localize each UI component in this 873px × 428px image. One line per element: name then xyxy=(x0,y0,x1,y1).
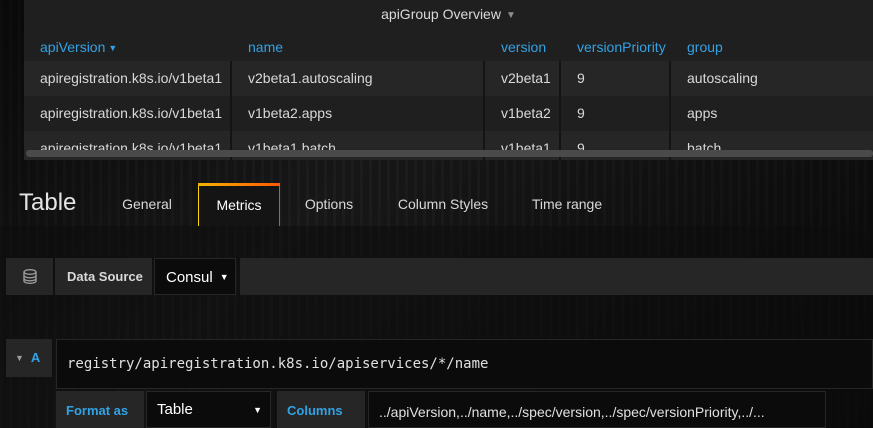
query-expression-input[interactable]: registry/apiregistration.k8s.io/apiservi… xyxy=(56,339,873,389)
table-cell: v1beta2 xyxy=(485,96,561,131)
table-cell: v2beta1 xyxy=(485,61,561,96)
tab-metrics[interactable]: Metrics xyxy=(198,183,280,226)
column-header-name[interactable]: name xyxy=(232,33,485,61)
table-cell: v1beta2.apps xyxy=(232,96,485,131)
table-cell: 9 xyxy=(561,96,671,131)
caret-down-icon[interactable]: ▼ xyxy=(253,392,262,428)
tab-time-range[interactable]: Time range xyxy=(518,183,616,226)
chevron-down-icon[interactable]: ▼ xyxy=(506,10,516,21)
table-cell: v2beta1.autoscaling xyxy=(232,61,485,96)
database-icon xyxy=(6,258,53,295)
sort-desc-icon: ▼ xyxy=(108,43,118,53)
horizontal-scrollbar[interactable] xyxy=(26,150,873,157)
tab-column-styles[interactable]: Column Styles xyxy=(384,183,502,226)
table-cell: autoscaling xyxy=(687,70,758,86)
format-as-value[interactable]: Table xyxy=(157,401,193,418)
query-ref-toggle[interactable]: ▼ A xyxy=(6,339,52,377)
table-cell: 9 xyxy=(561,61,671,96)
format-as-select[interactable]: Table ▼ xyxy=(146,391,271,428)
tab-options[interactable]: Options xyxy=(290,183,368,226)
datasource-value[interactable]: Consul xyxy=(166,269,213,286)
table-row: apiregistration.k8s.io/v1beta1 v2beta1.a… xyxy=(24,61,873,96)
panel-title-text[interactable]: apiGroup Overview xyxy=(381,6,501,22)
column-header-versionpriority[interactable]: versionPriority xyxy=(561,33,671,61)
table-cell: apiregistration.k8s.io/v1beta1 xyxy=(24,96,232,131)
table-header: apiVersion ▼ name version versionPriority… xyxy=(24,33,873,61)
table-row: apiregistration.k8s.io/v1beta1 v1beta2.a… xyxy=(24,96,873,131)
panel-title[interactable]: apiGroup Overview ▼ xyxy=(24,6,873,26)
table-panel: apiGroup Overview ▼ apiVersion ▼ name vers… xyxy=(24,0,873,160)
editor-title: Table xyxy=(19,189,77,216)
columns-input[interactable]: ../apiVersion,../name,../spec/version,..… xyxy=(368,391,826,428)
datasource-label: Data Source xyxy=(55,258,152,295)
caret-down-icon[interactable]: ▼ xyxy=(220,272,229,282)
caret-down-icon[interactable]: ▼ xyxy=(15,353,24,363)
query-options-row: Format as Table ▼ Columns ../apiVersion,.… xyxy=(56,391,873,428)
column-header-group[interactable]: group xyxy=(671,33,873,61)
tab-general[interactable]: General xyxy=(104,183,190,226)
query-ref-id: A xyxy=(30,350,41,365)
table-cell: apps xyxy=(687,105,718,121)
format-as-label: Format as xyxy=(56,391,144,428)
column-header-apiversion[interactable]: apiVersion ▼ xyxy=(24,33,232,61)
column-header-version[interactable]: version xyxy=(485,33,561,61)
table-cell: apiregistration.k8s.io/v1beta1 xyxy=(24,61,232,96)
columns-label: Columns xyxy=(277,391,365,428)
datasource-select[interactable]: Consul ▼ xyxy=(154,258,236,295)
datasource-row-filler xyxy=(240,258,873,295)
